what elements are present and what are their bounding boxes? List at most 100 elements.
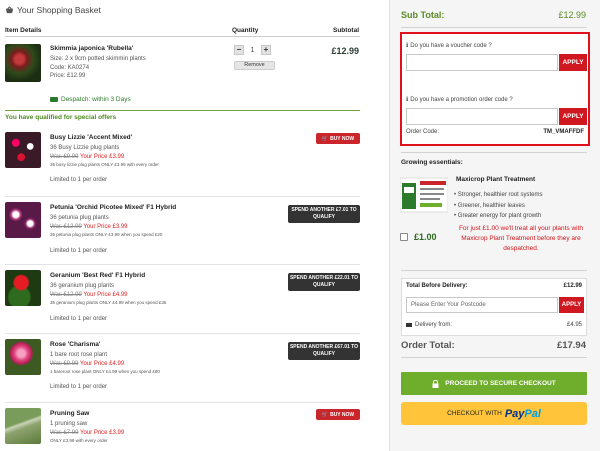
order-total-label: Order Total:: [401, 340, 455, 351]
offer-separator: [5, 264, 360, 265]
voucher-apply-button[interactable]: APPLY: [559, 54, 587, 71]
offer-was: Was £9.99: [50, 153, 79, 160]
offer-item: Geranium 'Best Red' F1 Hybrid 36 geraniu…: [5, 268, 360, 333]
promo-apply-button[interactable]: APPLY: [559, 108, 587, 125]
promo-input[interactable]: [406, 108, 558, 125]
basket-panel: Your Shopping Basket Item Details Quanti…: [0, 0, 375, 451]
order-code-value: TM_VMAFFDF: [543, 129, 584, 135]
header-quantity: Quantity: [232, 27, 259, 34]
offer-item: Pruning Saw 1 pruning saw Was £7.99 Your…: [5, 406, 360, 451]
buy-now-button[interactable]: 🛒 BUY NOW: [316, 133, 360, 144]
info-icon: ℹ: [406, 97, 409, 103]
offer-note: ONLY £3.99 with every order: [50, 438, 108, 443]
info-icon: ℹ: [406, 43, 409, 49]
delivery-box: Total Before Delivery: £12.99 Please Ent…: [401, 278, 587, 336]
offer-details: 36 Busy Lizzie plug plants Was £9.99 You…: [50, 144, 159, 170]
offer-details: 36 petunia plug plants Was £12.99 Your P…: [50, 214, 162, 240]
pruning-saw-image: [5, 408, 41, 444]
growing-essentials-title: Growing essentials:: [401, 159, 463, 166]
item-subtotal: £12.99: [331, 46, 359, 56]
header-subtotal: Subtotal: [333, 27, 359, 34]
paypal-prefix: CHECKOUT WITH: [447, 410, 502, 417]
order-code-label: Order Code:: [406, 129, 440, 135]
offer-your-price: Your Price £4.99: [83, 291, 128, 298]
benefit-item: Stronger, healthier root systems: [454, 190, 543, 201]
offer-name[interactable]: Rose 'Charisma': [50, 341, 100, 348]
growing-benefits: Stronger, healthier root systems Greener…: [454, 190, 543, 222]
offer-note: 36 petunia plug plants ONLY £3.99 when y…: [50, 232, 163, 237]
offer-note: 36 busy lizzie plug plants ONLY £3.99 wi…: [50, 162, 159, 167]
total-before-delivery-label: Total Before Delivery:: [406, 283, 468, 289]
item-details: Size: 2 x 9cm potted skimmin plants Code…: [50, 55, 146, 81]
spend-another-button[interactable]: SPEND ANOTHER £22.01 TO QUALIFY: [288, 273, 360, 291]
postcode-apply-button[interactable]: APPLY: [559, 297, 584, 313]
growing-essentials-checkbox[interactable]: [400, 233, 408, 241]
offer-name[interactable]: Busy Lizzie 'Accent Mixed': [50, 134, 132, 141]
offer-name[interactable]: Pruning Saw: [50, 410, 89, 417]
growing-product-name[interactable]: Maxicrop Plant Treatment: [456, 176, 535, 183]
offers-divider: [5, 110, 360, 111]
offer-details: 1 bare root rose plant Was £9.99 Your Pr…: [50, 351, 160, 377]
subtotal-value: £12.99: [558, 10, 586, 20]
geranium-image: [5, 270, 41, 306]
offer-was: Was £7.99: [50, 429, 79, 436]
offer-limit: Limited to 1 per order: [50, 316, 108, 322]
offer-your-price: Your Price £3.99: [80, 429, 125, 436]
lock-icon: [432, 379, 439, 388]
offer-name[interactable]: Petunia 'Orchid Picotee Mixed' F1 Hybrid: [50, 204, 176, 211]
voucher-label-text: Do you have a voucher code ?: [410, 42, 492, 49]
item-code: Code: KA0274: [50, 64, 90, 71]
benefit-item: Greater energy for plant growth: [454, 211, 543, 222]
postcode-input[interactable]: Please Enter Your Postcode: [406, 297, 558, 313]
basket-icon: [5, 6, 14, 14]
header-divider: [5, 36, 360, 37]
voucher-input[interactable]: [406, 54, 558, 71]
quantity-value[interactable]: 1: [244, 47, 261, 54]
quantity-stepper: − 1 +: [234, 45, 271, 55]
basket-title: Your Shopping Basket: [5, 5, 101, 15]
promo-label: ℹ Do you have a promotion order code ?: [406, 96, 513, 104]
growing-price: £1.00: [414, 232, 437, 242]
offer-details: 1 pruning saw Was £7.99 Your Price £3.99…: [50, 420, 124, 446]
offer-your-price: Your Price £4.99: [80, 360, 125, 367]
offer-limit: Limited to 1 per order: [50, 248, 108, 254]
paypal-checkout-button[interactable]: CHECKOUT WITH PayPal: [401, 402, 587, 425]
remove-button[interactable]: Remove: [234, 61, 275, 70]
item-size: Size: 2 x 9cm potted skimmin plants: [50, 56, 146, 62]
rose-image: [5, 339, 41, 375]
item-name[interactable]: Skimmia japonica 'Rubella': [50, 45, 133, 52]
offer-note: 36 geranium plug plants ONLY £4.99 when …: [50, 300, 167, 305]
voucher-label: ℹ Do you have a voucher code ?: [406, 42, 492, 50]
subtotal-label: Sub Total:: [401, 10, 445, 20]
increase-qty-button[interactable]: +: [261, 45, 271, 55]
offer-item: Rose 'Charisma' 1 bare root rose plant W…: [5, 337, 360, 402]
order-summary-panel: Sub Total: £12.99 ℹ Do you have a vouche…: [389, 0, 600, 451]
delivery-value: £4.95: [566, 322, 582, 328]
summary-divider: [401, 357, 587, 358]
cart-icon: 🛒: [321, 135, 329, 142]
basket-title-text: Your Shopping Basket: [17, 5, 101, 15]
spend-another-button[interactable]: SPEND ANOTHER £67.01 TO QUALIFY: [288, 342, 360, 360]
offer-name[interactable]: Geranium 'Best Red' F1 Hybrid: [50, 272, 145, 279]
spend-another-button[interactable]: SPEND ANOTHER £7.01 TO QUALIFY: [288, 205, 360, 223]
busy-lizzie-image: [5, 132, 41, 168]
delivery-label: Delivery from:: [415, 322, 453, 328]
offer-your-price: Your Price £3.99: [80, 153, 125, 160]
summary-divider: [401, 152, 587, 153]
promo-label-text: Do you have a promotion order code ?: [410, 96, 513, 103]
summary-divider: [401, 270, 587, 271]
truck-icon: [406, 323, 412, 327]
code-entry-box: ℹ Do you have a voucher code ? APPLY ℹ D…: [400, 32, 590, 146]
maxicrop-image: [399, 175, 449, 215]
header-item: Item Details: [5, 27, 42, 34]
offer-details: 36 geranium plug plants Was £12.99 Your …: [50, 282, 166, 308]
buy-now-button[interactable]: 🛒 BUY NOW: [316, 409, 360, 420]
offer-item: Busy Lizzie 'Accent Mixed' 36 Busy Lizzi…: [5, 130, 360, 195]
offer-note: 1 bareroot rose plant ONLY £4.99 when yo…: [50, 369, 160, 374]
decrease-qty-button[interactable]: −: [234, 45, 244, 55]
offer-item: Petunia 'Orchid Picotee Mixed' F1 Hybrid…: [5, 200, 360, 265]
order-total-value: £17.94: [556, 340, 586, 351]
offer-qty: 1 bare root rose plant: [50, 352, 108, 358]
secure-checkout-button[interactable]: PROCEED TO SECURE CHECKOUT: [401, 372, 587, 395]
delivery-from: Delivery from:: [406, 322, 452, 328]
